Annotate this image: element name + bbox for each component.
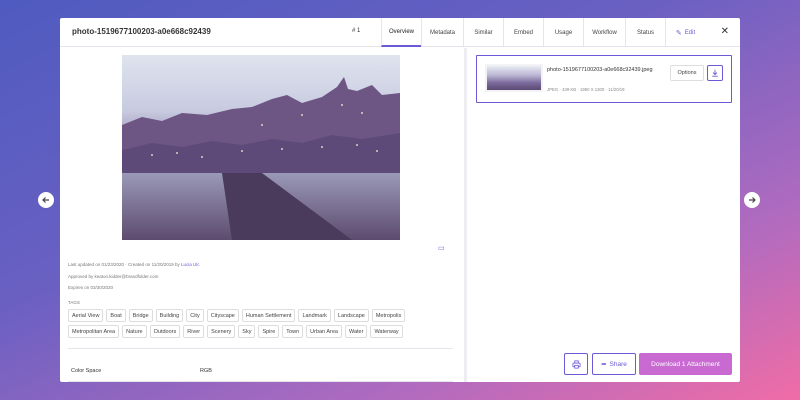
tab-usage[interactable]: Usage xyxy=(543,18,583,47)
tag-chip[interactable]: Scenery xyxy=(207,325,236,338)
close-button[interactable]: ✕ xyxy=(721,26,729,37)
color-space-value: RGB xyxy=(200,368,212,374)
asset-preview-image[interactable] xyxy=(122,55,400,240)
tab-metadata[interactable]: Metadata xyxy=(421,18,463,47)
share-label: Share xyxy=(609,360,627,368)
close-icon: ✕ xyxy=(720,26,729,37)
attachment-filename: photo-1519677100203-a0e668c92439.jpeg xyxy=(547,67,653,73)
asset-counter: # 1 xyxy=(352,28,361,34)
tag-chip[interactable]: Waterway xyxy=(370,325,403,338)
share-icon: ➦ xyxy=(601,361,607,368)
attachment-download-button[interactable] xyxy=(707,65,723,81)
tab-similar[interactable]: Similar xyxy=(463,18,503,47)
tab-label: Metadata xyxy=(429,29,456,36)
asset-title: photo-1519677100203-a0e668c92439 xyxy=(72,27,211,36)
modal-header: photo-1519677100203-a0e668c92439 # 1 Ove… xyxy=(60,18,740,47)
tab-label: Workflow xyxy=(592,29,617,36)
tab-embed[interactable]: Embed xyxy=(503,18,543,47)
tag-chip[interactable]: Landmark xyxy=(298,309,331,322)
tag-chip[interactable]: Metropolis xyxy=(371,309,406,322)
attachment-thumbnail xyxy=(485,64,543,92)
tag-chip[interactable]: Bridge xyxy=(128,309,153,322)
tag-chip[interactable]: Outdoors xyxy=(149,325,181,338)
divider xyxy=(68,381,453,382)
previous-asset-button[interactable] xyxy=(38,192,54,208)
attachment-options-button[interactable]: Options xyxy=(670,65,704,81)
tag-chip[interactable]: Building xyxy=(155,309,184,322)
tag-chip[interactable]: Human Settlement xyxy=(241,309,296,322)
tag-chip[interactable]: Nature xyxy=(122,325,147,338)
tag-chip[interactable]: Urban Area xyxy=(306,325,342,338)
last-updated-info: Last updated on 01/23/2020 · Created on … xyxy=(68,262,200,267)
color-space-label: Color Space xyxy=(71,368,102,374)
attachment-card[interactable]: photo-1519677100203-a0e668c92439.jpeg JP… xyxy=(476,55,732,103)
tag-chip[interactable]: Aerial View xyxy=(68,309,104,322)
tab-label: Overview xyxy=(388,28,414,35)
divider xyxy=(68,348,453,349)
next-asset-button[interactable] xyxy=(744,192,760,208)
overview-pane: ▭ Last updated on 01/23/2020 · Created o… xyxy=(60,48,464,382)
download-icon xyxy=(712,69,718,77)
tag-chip[interactable]: River xyxy=(183,325,205,338)
approved-by-text: Approved by keaton.kidder@brandfolder.co… xyxy=(68,274,159,279)
download-attachment-button[interactable]: Download 1 Attachment xyxy=(639,353,732,375)
tag-chip[interactable]: Water xyxy=(344,325,368,338)
share-button[interactable]: ➦ Share xyxy=(592,353,636,375)
tag-chip[interactable]: Landscape xyxy=(333,309,369,322)
attachment-thumbnail-image xyxy=(487,66,541,90)
arrow-left-icon xyxy=(42,197,49,203)
arrow-right-icon xyxy=(749,197,756,203)
tab-status[interactable]: Status xyxy=(625,18,665,47)
tag-chip[interactable]: City xyxy=(186,309,204,322)
tab-label: Usage xyxy=(554,29,573,36)
tag-chip[interactable]: Town xyxy=(282,325,304,338)
tab-label: Similar xyxy=(474,29,493,36)
pencil-icon: ✎ xyxy=(675,29,682,37)
printer-icon xyxy=(571,359,581,369)
tab-label: Embed xyxy=(513,29,533,36)
tab-label: Edit xyxy=(684,29,696,36)
last-updated-text: Last updated on 01/23/2020 · Created on … xyxy=(68,262,180,267)
tab-bar: Overview Metadata Similar Embed Usage Wo… xyxy=(381,18,705,47)
print-button[interactable] xyxy=(564,353,588,375)
card-view-icon[interactable]: ▭ xyxy=(438,244,445,252)
tab-label: Status xyxy=(636,29,654,36)
tab-workflow[interactable]: Workflow xyxy=(583,18,625,47)
tag-chip[interactable]: Metropolitan Area xyxy=(68,325,120,338)
tag-chip[interactable]: Spire xyxy=(258,325,280,338)
tab-edit[interactable]: ✎ Edit xyxy=(665,18,705,47)
author-link[interactable]: Lucia Ulc xyxy=(181,262,200,267)
tab-overview[interactable]: Overview xyxy=(381,18,421,47)
tag-chip[interactable]: Boat xyxy=(106,309,126,322)
asset-modal: photo-1519677100203-a0e668c92439 # 1 Ove… xyxy=(60,18,740,382)
tags-heading: TAGS xyxy=(68,300,80,305)
attachment-meta: JPEG · 439 KB · 1950 X 1300 · 11/20/19 xyxy=(547,87,625,92)
cityscape-photo xyxy=(122,55,400,240)
tag-chip[interactable]: Sky xyxy=(238,325,256,338)
expiration-text: Expires on 03/30/2020 xyxy=(68,285,114,290)
pane-divider xyxy=(464,48,467,382)
tag-list: Aerial View Boat Bridge Building City Citysca… xyxy=(68,309,458,338)
tag-chip[interactable]: Cityscape xyxy=(206,309,239,322)
